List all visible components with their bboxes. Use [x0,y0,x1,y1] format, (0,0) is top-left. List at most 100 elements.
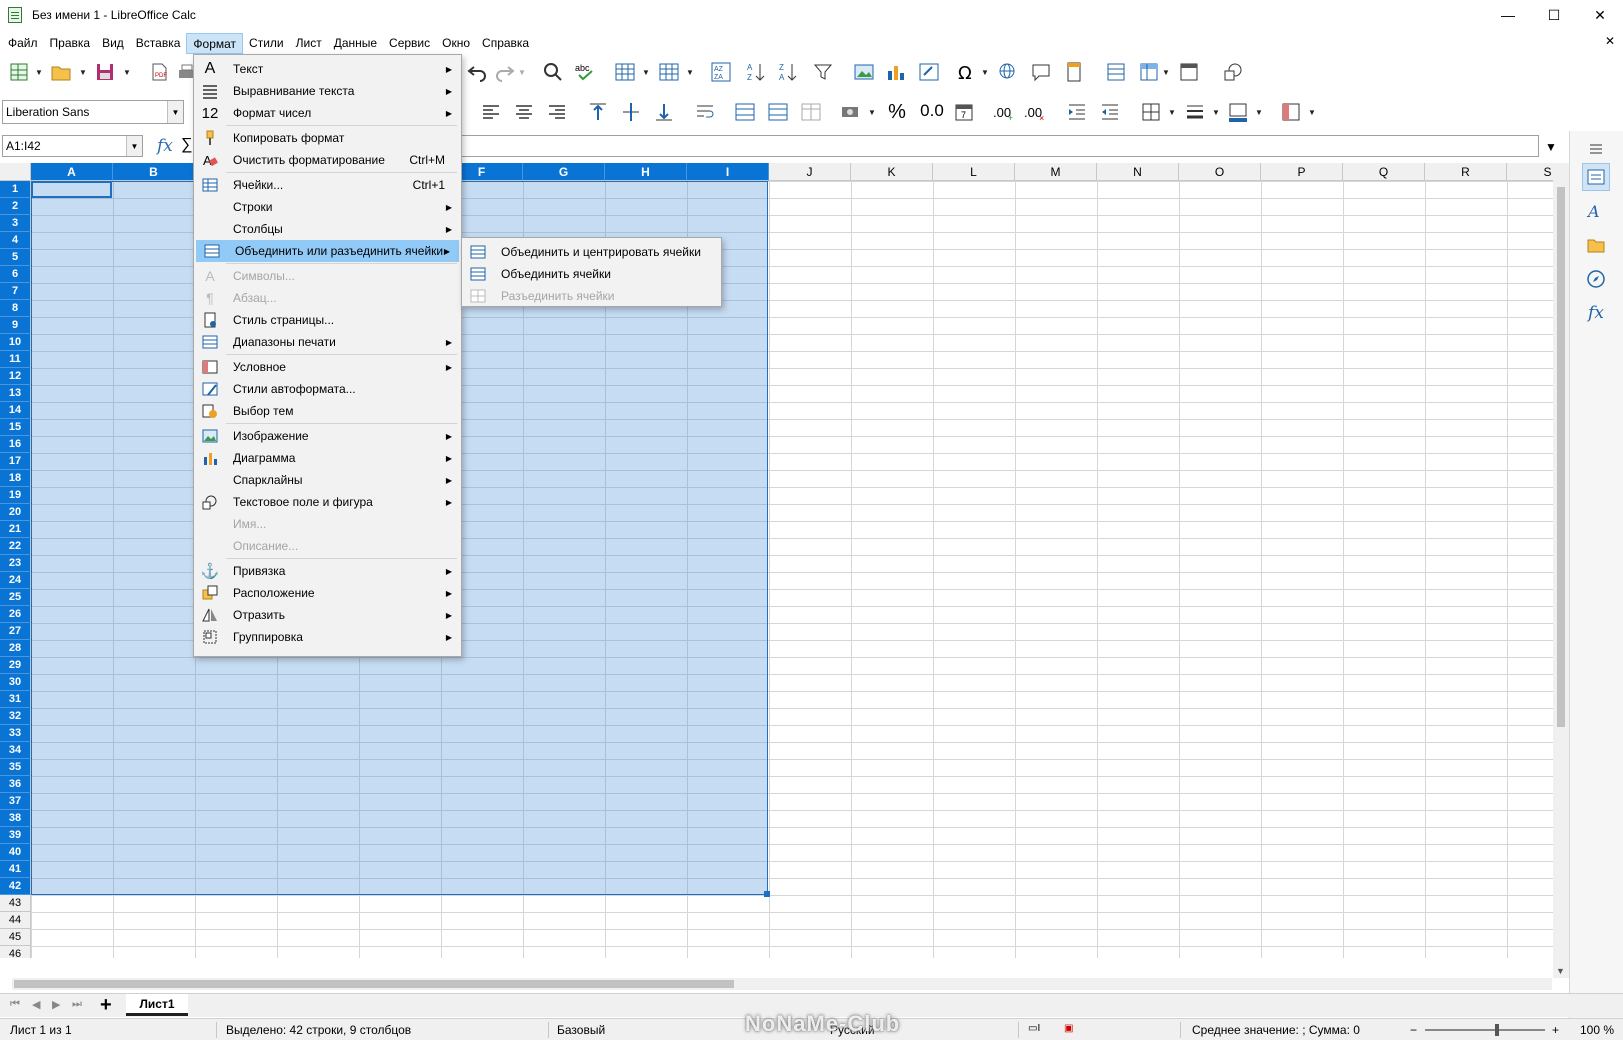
row-header-13[interactable]: 13 [0,385,31,402]
find-replace-icon[interactable] [542,61,564,83]
menu-item-columns[interactable]: Столбцы ▶ [194,218,461,240]
row-header-19[interactable]: 19 [0,487,31,504]
column-header-o[interactable]: O [1179,163,1261,181]
row-header-5[interactable]: 5 [0,249,31,266]
formula-input[interactable] [443,135,1539,157]
vertical-scrollbar[interactable]: ▼ [1553,163,1569,978]
row-header-11[interactable]: 11 [0,351,31,368]
menu-item-number-format[interactable]: 12 Формат чисел ▶ [194,102,461,124]
menu-item-anchor[interactable]: ⚓ Привязка ▶ [194,560,461,582]
open-dropdown-icon[interactable]: ▼ [79,68,87,77]
column-icon[interactable] [658,61,680,83]
sidebar-gallery-icon[interactable] [1582,231,1610,259]
borders-dropdown-icon[interactable]: ▼ [1168,108,1176,117]
menu-insert[interactable]: Вставка [130,33,187,54]
menu-file[interactable]: Файл [2,33,44,54]
menu-item-clone-format[interactable]: Копировать формат [194,127,461,149]
align-left-icon[interactable] [480,101,502,123]
show-draw-functions-icon[interactable] [1222,61,1244,83]
add-sheet-button[interactable]: + [100,994,112,1017]
row-header-18[interactable]: 18 [0,470,31,487]
row-header-20[interactable]: 20 [0,504,31,521]
menu-item-cells[interactable]: Ячейки... Ctrl+1 [194,174,461,196]
unmerge-cells-icon[interactable] [800,101,822,123]
row-header-12[interactable]: 12 [0,368,31,385]
minimize-button[interactable]: — [1485,0,1531,30]
align-center-icon[interactable] [513,101,535,123]
align-right-icon[interactable] [546,101,568,123]
column-header-l[interactable]: L [933,163,1015,181]
name-box-dropdown-icon[interactable]: ▼ [126,136,142,156]
row-header-40[interactable]: 40 [0,844,31,861]
column-header-m[interactable]: M [1015,163,1097,181]
merge-cells-icon[interactable] [767,101,789,123]
row-header-41[interactable]: 41 [0,861,31,878]
menu-item-flip[interactable]: Отразить ▶ [194,604,461,626]
sidebar-functions-icon[interactable]: fx [1582,299,1610,327]
merge-and-center-item[interactable]: Объединить и центрировать ячейки [462,241,721,263]
border-color-dropdown-icon[interactable]: ▼ [1255,108,1263,117]
column-header-n[interactable]: N [1097,163,1179,181]
sidebar-menu-icon[interactable] [1582,135,1610,163]
export-pdf-icon[interactable]: PDF [148,61,170,83]
row-header-2[interactable]: 2 [0,198,31,215]
pivot-table-icon[interactable] [918,61,940,83]
scroll-down-icon[interactable]: ▼ [1556,966,1565,976]
sidebar-navigator-icon[interactable] [1582,265,1610,293]
row-header-3[interactable]: 3 [0,215,31,232]
row-header-45[interactable]: 45 [0,929,31,946]
first-sheet-icon[interactable]: ⏮ [10,998,20,1011]
currency-dropdown-icon[interactable]: ▼ [868,108,876,117]
row-header-38[interactable]: 38 [0,810,31,827]
row-header-44[interactable]: 44 [0,912,31,929]
insert-mode-icon[interactable]: ▭I [1028,1023,1040,1034]
row-header-30[interactable]: 30 [0,674,31,691]
menu-item-clear-formatting[interactable]: A Очистить форматирование Ctrl+M [194,149,461,171]
row-header-23[interactable]: 23 [0,555,31,572]
row-header-24[interactable]: 24 [0,572,31,589]
row-header-10[interactable]: 10 [0,334,31,351]
row-header-33[interactable]: 33 [0,725,31,742]
border-style-icon[interactable] [1184,101,1206,123]
currency-format-icon[interactable] [840,101,862,123]
row-header-36[interactable]: 36 [0,776,31,793]
row-icon[interactable] [614,61,636,83]
headers-footers-icon[interactable] [1063,61,1085,83]
column-header-i[interactable]: I [687,163,769,181]
column-header-r[interactable]: R [1425,163,1507,181]
expand-formula-bar-icon[interactable]: ▼ [1545,140,1557,154]
spellcheck-icon[interactable]: abc [574,61,596,83]
menu-sheet[interactable]: Лист [290,33,328,54]
sort-descending-icon[interactable]: ZA [777,61,799,83]
menu-format[interactable]: Формат [186,32,244,54]
sort-ascending-icon[interactable]: AZ [745,61,767,83]
row-header-31[interactable]: 31 [0,691,31,708]
row-header-1[interactable]: 1 [0,181,31,198]
column-header-a[interactable]: A [31,163,113,181]
split-window-icon[interactable] [1178,61,1200,83]
row-header-34[interactable]: 34 [0,742,31,759]
zoom-out-icon[interactable]: − [1410,1023,1417,1037]
insert-image-icon[interactable] [853,61,875,83]
wrap-text-icon[interactable] [694,101,716,123]
row-header-46[interactable]: 46 [0,946,31,958]
menu-tools[interactable]: Сервис [383,33,436,54]
special-character-dropdown-icon[interactable]: ▼ [981,68,989,77]
menu-item-merge-unmerge[interactable]: Объединить или разъединить ячейки ▶ [196,240,459,262]
horizontal-scroll-thumb[interactable] [14,980,734,988]
sheet-tab[interactable]: Лист1 [126,994,188,1016]
zoom-level[interactable]: 100 % [1580,1023,1614,1037]
menu-item-autoformat[interactable]: Стили автоформата... [194,378,461,400]
column-header-p[interactable]: P [1261,163,1343,181]
column-header-k[interactable]: K [851,163,933,181]
row-header-14[interactable]: 14 [0,402,31,419]
sum-icon[interactable]: ∑ [181,136,192,154]
open-folder-icon[interactable] [50,61,72,83]
menu-item-text-box-shape[interactable]: Текстовое поле и фигура ▶ [194,491,461,513]
insert-chart-icon[interactable] [885,61,907,83]
zoom-in-icon[interactable]: + [1552,1023,1559,1037]
page-style[interactable]: Базовый [557,1023,605,1037]
new-spreadsheet-icon[interactable] [8,61,30,83]
row-header-4[interactable]: 4 [0,232,31,249]
row-header-15[interactable]: 15 [0,419,31,436]
